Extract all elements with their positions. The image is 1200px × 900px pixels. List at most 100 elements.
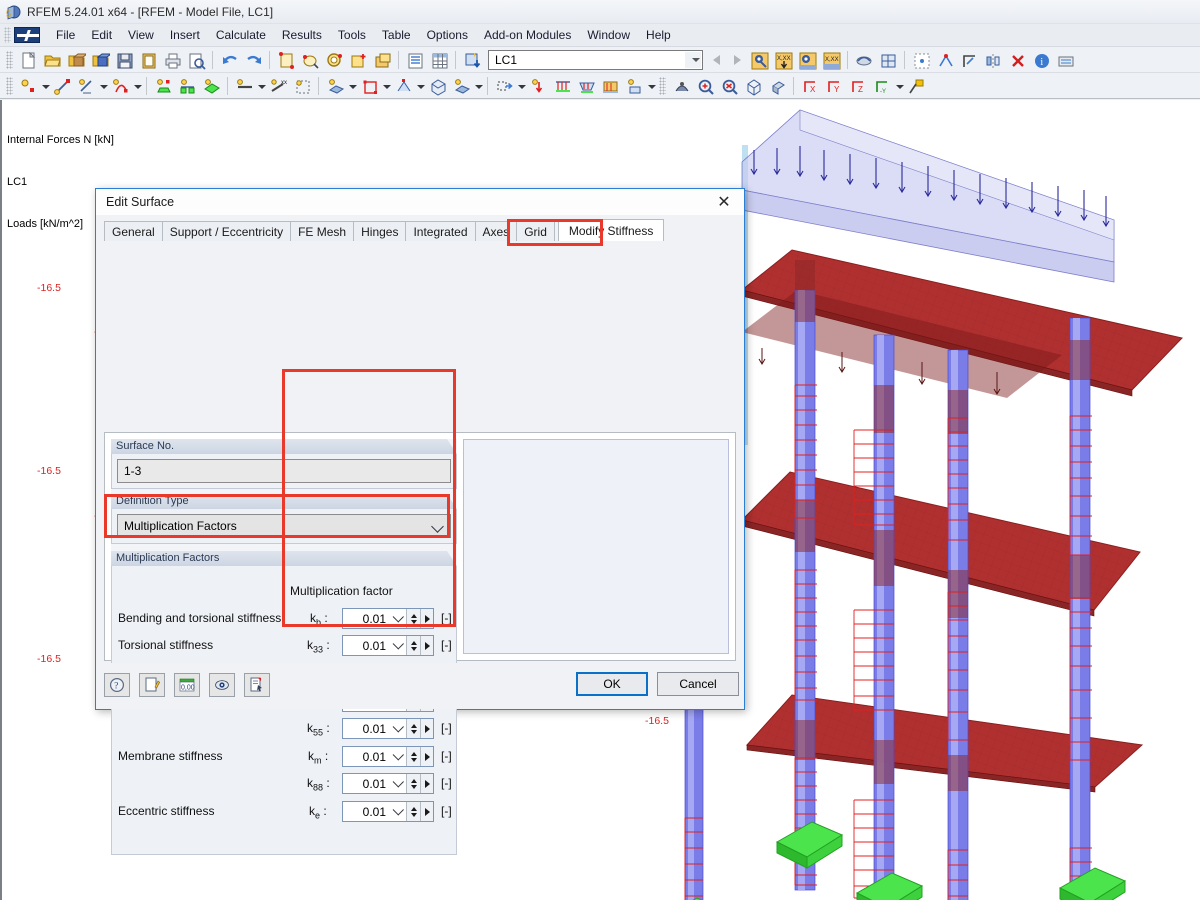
open-folder-icon[interactable] [41, 49, 63, 71]
tab-grid[interactable]: Grid [516, 221, 555, 241]
render-wire-icon[interactable] [877, 49, 899, 71]
chevron-down-icon[interactable] [431, 520, 444, 533]
select-objects-icon[interactable] [275, 49, 297, 71]
new-imperfection-icon[interactable] [599, 75, 621, 97]
save-icon[interactable] [113, 49, 135, 71]
new-nodal-load-icon[interactable] [527, 75, 549, 97]
view-y-icon[interactable]: Y [823, 75, 845, 97]
new-free-load-icon[interactable] [493, 75, 515, 97]
chevron-down-icon[interactable] [894, 75, 904, 97]
tab-integrated[interactable]: Integrated [405, 221, 476, 241]
factor-input-k88[interactable]: 0.01 [342, 773, 434, 794]
show-reaction-icon[interactable]: X,XX [772, 49, 794, 71]
close-icon[interactable]: ✕ [710, 191, 738, 213]
cancel-button[interactable]: Cancel [657, 672, 739, 696]
new-support-icon[interactable] [152, 75, 174, 97]
view-perspective-icon[interactable] [905, 75, 927, 97]
open-package-icon[interactable] [65, 49, 87, 71]
nav-next-icon[interactable] [727, 50, 747, 70]
spinner-icon[interactable] [406, 719, 420, 738]
comment-icon[interactable] [139, 673, 165, 697]
units-icon[interactable]: 0,00 [174, 673, 200, 697]
menu-item-file[interactable]: File [48, 25, 83, 45]
new-cut-icon[interactable] [392, 75, 414, 97]
view-iso-icon[interactable] [766, 75, 788, 97]
factor-input-km[interactable]: 0.01 [342, 746, 434, 767]
zoom-in-icon[interactable] [694, 75, 716, 97]
tab-axes[interactable]: Axes [474, 221, 518, 241]
show-result-values-icon[interactable] [796, 49, 818, 71]
definition-type-select[interactable]: Multiplication Factors [117, 514, 451, 538]
delete-icon[interactable] [1006, 49, 1028, 71]
chevron-down-icon[interactable] [391, 719, 406, 738]
menu-grip-handle[interactable] [4, 27, 11, 43]
menu-item-view[interactable]: View [120, 25, 162, 45]
menu-item-window[interactable]: Window [579, 25, 638, 45]
render-model-icon[interactable] [670, 75, 692, 97]
details-icon[interactable] [244, 673, 270, 697]
view-z-icon[interactable]: Z [847, 75, 869, 97]
info-icon[interactable]: i [1030, 49, 1052, 71]
select-special-icon[interactable] [323, 49, 345, 71]
toolbar-grip-handle[interactable] [6, 76, 13, 95]
chevron-down-icon[interactable] [473, 75, 483, 97]
new-surface-load-icon[interactable] [575, 75, 597, 97]
new-solid-icon[interactable] [324, 75, 346, 97]
surface-no-field[interactable]: 1-3 [117, 459, 451, 483]
print-preview-icon[interactable] [185, 49, 207, 71]
tab-fe-mesh[interactable]: FE Mesh [290, 221, 355, 241]
chevron-down-icon[interactable] [391, 609, 406, 628]
view-x-icon[interactable]: X [799, 75, 821, 97]
chevron-down-icon[interactable] [646, 75, 656, 97]
table-view-icon[interactable] [404, 49, 426, 71]
new-line-icon[interactable] [51, 75, 73, 97]
menu-item-calculate[interactable]: Calculate [208, 25, 274, 45]
tab-modify-stiffness[interactable]: Modify Stiffness [557, 219, 665, 241]
menu-item-tools[interactable]: Tools [330, 25, 374, 45]
toolbar-grip-handle[interactable] [659, 76, 666, 95]
ortho-toggle-icon[interactable] [958, 49, 980, 71]
select-by-rubber-icon[interactable] [299, 49, 321, 71]
spinner-icon[interactable] [406, 802, 420, 821]
more-arrow-icon[interactable] [420, 774, 433, 793]
new-block-icon[interactable] [426, 75, 448, 97]
print-icon[interactable] [161, 49, 183, 71]
tab-general[interactable]: General [104, 221, 163, 241]
undo-icon[interactable] [218, 49, 240, 71]
new-generate-icon[interactable] [623, 75, 645, 97]
view-negy-icon[interactable]: -Y [871, 75, 893, 97]
settings-icon[interactable] [1054, 49, 1076, 71]
factor-input-k33[interactable]: 0.01 [342, 635, 434, 656]
new-surface-icon[interactable] [200, 75, 222, 97]
menu-item-insert[interactable]: Insert [162, 25, 208, 45]
insert-load-icon[interactable] [461, 49, 483, 71]
new-node-icon[interactable] [17, 75, 39, 97]
tab-hinges[interactable]: Hinges [353, 221, 407, 241]
new-mesh-icon[interactable] [291, 75, 313, 97]
menu-item-table[interactable]: Table [374, 25, 419, 45]
spinner-icon[interactable] [406, 774, 420, 793]
toolbar-grip-handle[interactable] [6, 50, 13, 69]
render-icon[interactable] [853, 49, 875, 71]
new-member-xx-icon[interactable]: xx [267, 75, 289, 97]
spinner-icon[interactable] [406, 747, 420, 766]
window-icon[interactable] [371, 49, 393, 71]
menu-item-options[interactable]: Options [419, 25, 476, 45]
factor-input-k55[interactable]: 0.01 [342, 718, 434, 739]
chevron-down-icon[interactable] [391, 747, 406, 766]
menu-item-help[interactable]: Help [638, 25, 679, 45]
menu-item-addon-modules[interactable]: Add-on Modules [476, 25, 579, 45]
chevron-down-icon[interactable] [40, 75, 50, 97]
tab-support-eccentricity[interactable]: Support / Eccentricity [161, 221, 292, 241]
snap-toggle-icon[interactable] [934, 49, 956, 71]
factor-input-kb[interactable]: 0.01 [342, 608, 434, 629]
table-grid-icon[interactable] [428, 49, 450, 71]
more-arrow-icon[interactable] [420, 802, 433, 821]
show-numeric-values-icon[interactable]: X,XX [820, 49, 842, 71]
chevron-down-icon[interactable] [685, 51, 701, 68]
chevron-down-icon[interactable] [132, 75, 142, 97]
spinner-icon[interactable] [406, 609, 420, 628]
chevron-down-icon[interactable] [391, 774, 406, 793]
spinner-icon[interactable] [406, 636, 420, 655]
new-line-load-icon[interactable] [551, 75, 573, 97]
